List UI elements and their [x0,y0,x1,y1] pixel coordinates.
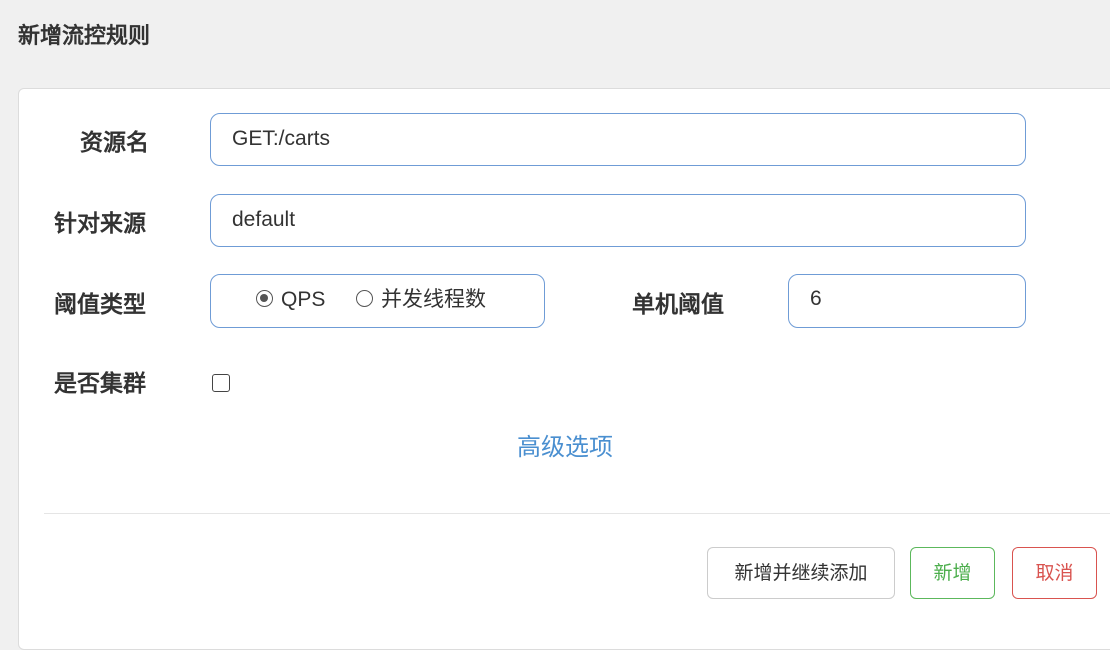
single-threshold-label: 单机阈值 [632,292,724,318]
qps-radio-label[interactable]: QPS [281,287,325,313]
single-threshold-input[interactable]: 6 [788,274,1026,328]
thread-count-radio[interactable] [356,290,373,307]
resource-input[interactable]: GET:/carts [210,113,1026,166]
origin-label: 针对来源 [54,211,146,237]
threshold-type-radio-group: QPS 并发线程数 [210,274,545,328]
cluster-checkbox[interactable] [212,374,230,392]
resource-label: 资源名 [80,130,149,156]
add-button[interactable]: 新增 [910,547,995,599]
advanced-options-link[interactable]: 高级选项 [517,432,613,462]
qps-radio[interactable] [256,290,273,307]
cancel-button[interactable]: 取消 [1012,547,1097,599]
thread-count-radio-label[interactable]: 并发线程数 [381,287,486,313]
origin-input[interactable]: default [210,194,1026,247]
threshold-type-label: 阈值类型 [54,292,146,318]
footer-divider [44,513,1110,514]
add-and-continue-button[interactable]: 新增并继续添加 [707,547,895,599]
modal-title: 新增流控规则 [18,24,151,49]
cluster-label: 是否集群 [54,371,146,397]
